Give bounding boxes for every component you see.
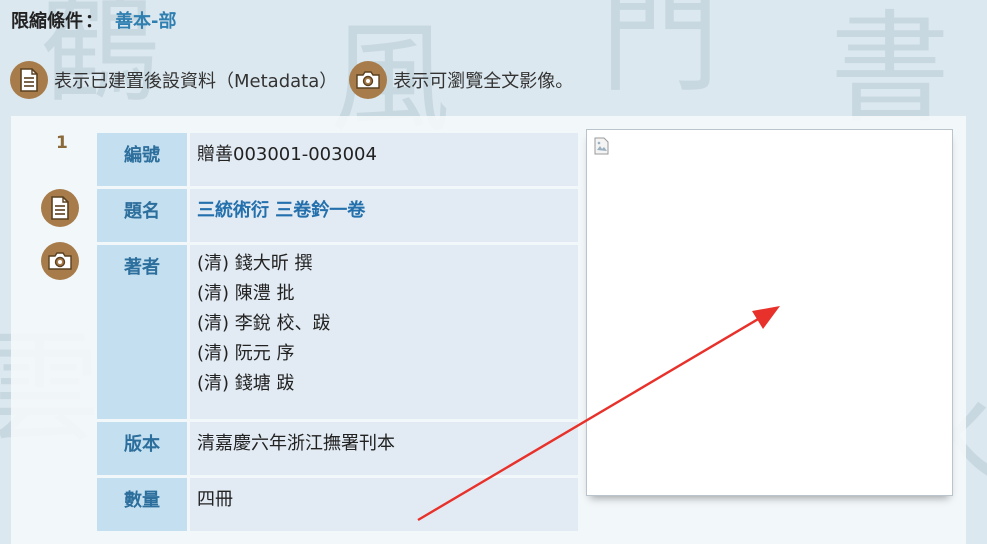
annotation-arrow — [417, 306, 780, 522]
